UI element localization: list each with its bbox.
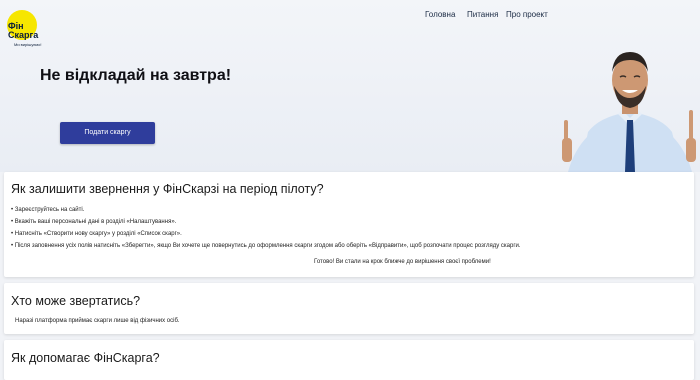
who-can-apply-text: Наразі платформа приймає скарги лише від… (15, 318, 180, 324)
step-4-text: • Після заповнення усіх полів натисніть … (11, 243, 521, 249)
step-2-text: • Вкажіть ваші персональні дані в розділ… (11, 219, 177, 225)
hero-person-image (562, 52, 696, 172)
hero-section: Фін Скарга Ми вирішуємо! Головна Питання… (0, 0, 700, 172)
step-1-text: • Зареєструйтесь на сайті. (11, 207, 85, 213)
step-3-text: • Натисніть «Створити нову скаргу» у роз… (11, 231, 182, 237)
nav-link-about[interactable]: Про проект (506, 10, 548, 19)
nav-link-questions[interactable]: Питання (467, 10, 498, 19)
finskarga-logo[interactable]: Фін Скарга Ми вирішуємо! (3, 10, 45, 50)
logo-line-2: Скарга (8, 30, 39, 40)
submit-complaint-button[interactable]: Подати скаргу (60, 122, 155, 144)
who-can-apply-section: Хто може звертатись? Наразі платформа пр… (4, 283, 694, 334)
closing-text: Готово! Ви стали на крок ближче до виріш… (314, 259, 491, 265)
how-to-submit-section: Як залишити звернення у ФінСкарзі на пер… (4, 172, 694, 277)
how-finskarga-helps-title: Як допомагає ФінСкарга? (11, 351, 160, 365)
how-finskarga-helps-section: Як допомагає ФінСкарга? (4, 340, 694, 380)
who-can-apply-title: Хто може звертатись? (11, 294, 141, 308)
hero-title: Не відкладай на завтра! (40, 67, 232, 84)
how-to-submit-title: Як залишити звернення у ФінСкарзі на пер… (11, 182, 324, 196)
logo-tagline: Ми вирішуємо! (14, 42, 42, 47)
nav-link-home[interactable]: Головна (425, 10, 455, 19)
